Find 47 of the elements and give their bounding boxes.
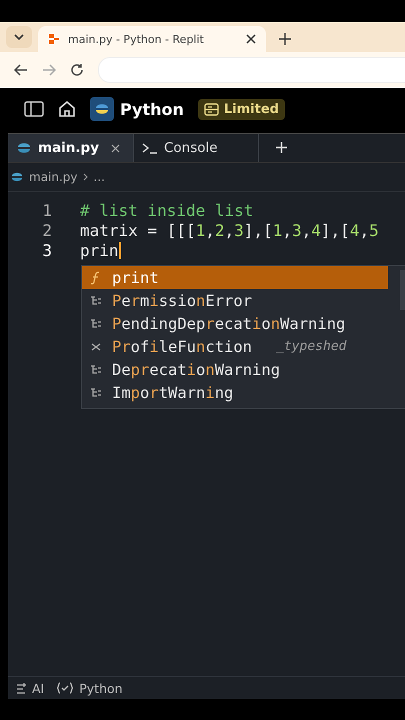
suggestion-item[interactable]: PermissionError — [82, 289, 388, 312]
suggestion-item[interactable]: PendingDeprecationWarning — [82, 312, 388, 335]
ai-status[interactable]: AI — [16, 680, 44, 696]
server-icon — [204, 102, 219, 116]
project-name[interactable]: Python — [120, 100, 184, 118]
terminal-icon — [142, 142, 158, 154]
class-icon — [90, 294, 102, 306]
python-file-icon — [10, 171, 24, 183]
code-text: matrix = [[[1,2,3],[1,3,4],[4,5 — [80, 220, 379, 240]
home-icon[interactable] — [58, 100, 76, 118]
suggestion-item[interactable]: print — [82, 266, 388, 289]
suggestion-item[interactable]: ImportWarning — [82, 381, 388, 404]
new-tab-icon[interactable] — [278, 32, 292, 46]
chevron-right-icon — [82, 173, 89, 181]
python-logo-icon — [90, 97, 114, 121]
chevron-down-icon — [14, 34, 24, 40]
editor-tab[interactable]: main.py — [8, 134, 134, 162]
replit-logo-icon — [48, 33, 60, 45]
line-number: 3 — [41, 240, 53, 260]
code-comment: # list inside list — [80, 200, 254, 220]
suggestion-item[interactable]: DeprecationWarning — [82, 358, 388, 381]
plan-badge[interactable]: Limited — [198, 98, 285, 120]
variable-icon — [90, 342, 102, 352]
tab-title: main.py - Python - Replit — [68, 32, 205, 46]
tab-list-button[interactable] — [6, 26, 32, 48]
ai-icon — [16, 682, 27, 694]
line-number: 1 — [41, 200, 53, 220]
braces-check-icon — [56, 682, 74, 694]
close-icon[interactable] — [111, 144, 120, 152]
function-icon — [90, 270, 102, 284]
class-icon — [90, 364, 102, 376]
breadcrumb-item[interactable]: main.py — [29, 170, 78, 184]
plus-icon — [275, 140, 288, 154]
suggestion-item[interactable]: ProfileFunction _typeshed — [82, 335, 388, 358]
code-text: prin — [80, 240, 119, 260]
class-icon — [90, 318, 102, 330]
class-icon — [90, 386, 102, 398]
back-icon[interactable] — [14, 64, 28, 76]
breadcrumb-item[interactable]: ... — [94, 170, 105, 184]
close-icon[interactable] — [246, 34, 256, 44]
browser-tab[interactable]: main.py - Python - Replit — [38, 26, 266, 52]
text-cursor — [118, 242, 121, 258]
python-file-icon — [16, 141, 32, 155]
sidebar-toggle-icon[interactable] — [24, 101, 44, 117]
reload-icon[interactable] — [70, 63, 84, 77]
line-number: 2 — [41, 220, 53, 240]
language-status[interactable]: Python — [56, 680, 123, 696]
